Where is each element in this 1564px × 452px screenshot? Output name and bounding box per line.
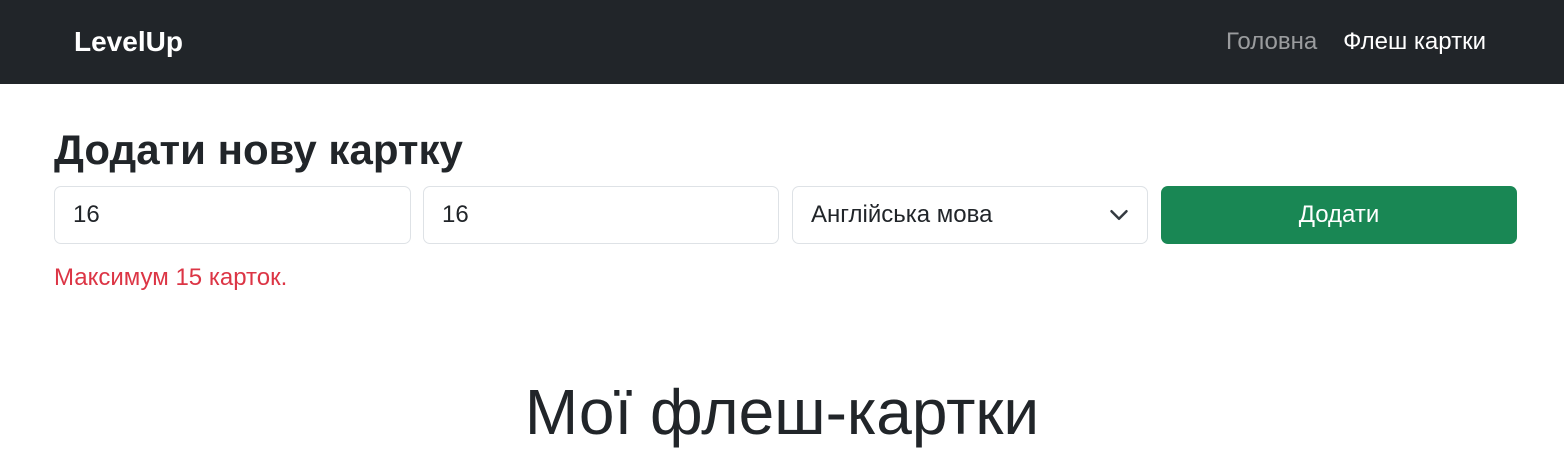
error-message: Максимум 15 карток.	[54, 264, 288, 291]
nav-link-home[interactable]: Головна	[1226, 26, 1317, 58]
add-card-form: Англійська мова Додати	[54, 186, 1517, 244]
language-select[interactable]: Англійська мова	[792, 186, 1148, 244]
add-card-heading: Додати нову картку	[54, 126, 463, 173]
brand-link[interactable]: LevelUp	[74, 24, 183, 60]
flashcards-section-title: Мої флеш-картки	[524, 376, 1040, 448]
nav-link-flashcards[interactable]: Флеш картки	[1343, 26, 1486, 58]
navbar: LevelUp Головна Флеш картки	[0, 0, 1564, 84]
chevron-down-icon	[1110, 210, 1128, 220]
nav-links: Головна Флеш картки	[1226, 26, 1486, 58]
front-input[interactable]	[54, 186, 411, 244]
back-input[interactable]	[423, 186, 779, 244]
add-button[interactable]: Додати	[1161, 186, 1517, 244]
language-select-value: Англійська мова	[811, 201, 993, 228]
